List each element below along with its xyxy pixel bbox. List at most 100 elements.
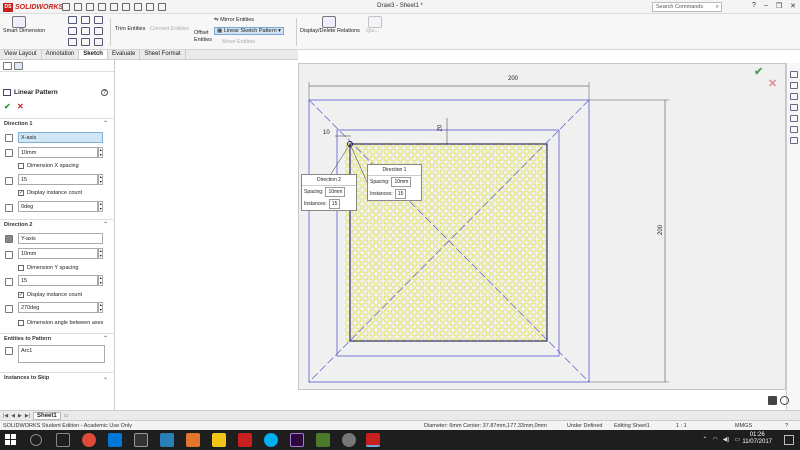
direction2-callout[interactable]: Direction 2 Spacing: 10mm Instances: 15 bbox=[301, 174, 357, 211]
sublime-icon[interactable] bbox=[186, 433, 200, 447]
convert-entities-button[interactable]: Convert Entities bbox=[150, 26, 189, 32]
quick-snaps-button[interactable]: Qui... bbox=[366, 28, 379, 34]
cancel-x-icon[interactable]: ✕ bbox=[17, 102, 24, 111]
move-entities-button[interactable]: Move Entities bbox=[222, 39, 255, 45]
direction2-header[interactable]: Direction 2 bbox=[4, 222, 32, 228]
direction1-header[interactable]: Direction 1 bbox=[4, 121, 32, 127]
dimension-angle-checkbox[interactable]: Dimension angle between axes bbox=[18, 320, 103, 326]
arc-icon[interactable] bbox=[81, 27, 90, 35]
mirror-entities-button[interactable]: ⇋ Mirror Entities bbox=[214, 17, 254, 23]
last-sheet-icon[interactable]: ▶| bbox=[25, 413, 30, 419]
tab-evaluate[interactable]: Evaluate bbox=[108, 50, 141, 59]
store-icon[interactable] bbox=[160, 433, 174, 447]
tab-view-layout[interactable]: View Layout bbox=[0, 50, 42, 59]
entities-list[interactable]: Arc1 bbox=[18, 345, 105, 363]
close-icon[interactable]: ✕ bbox=[790, 2, 796, 10]
dimension-small-y-label[interactable]: 20 bbox=[437, 125, 443, 132]
fillet-icon[interactable] bbox=[94, 38, 103, 46]
ok-check-icon[interactable]: ✔ bbox=[4, 102, 11, 111]
ellipse-icon[interactable] bbox=[81, 38, 90, 46]
appearances-icon[interactable] bbox=[789, 115, 798, 122]
chrome-icon[interactable] bbox=[82, 433, 96, 447]
help-icon[interactable]: ? bbox=[785, 423, 788, 429]
first-sheet-icon[interactable]: |◀ bbox=[3, 413, 8, 419]
graphics-area[interactable]: 200 200 10 20 Direction 1 Spacing: 10mm I… bbox=[298, 50, 800, 410]
tab-annotation[interactable]: Annotation bbox=[42, 50, 80, 59]
display-delete-relations-button[interactable]: Display/Delete Relations bbox=[300, 28, 360, 34]
battery-icon[interactable]: ▭ bbox=[734, 436, 740, 443]
callout-spacing-value[interactable]: 10mm bbox=[325, 187, 346, 197]
angle-spinner[interactable]: ▲ ▼ bbox=[98, 302, 103, 313]
dimension-right-label[interactable]: 200 bbox=[658, 225, 664, 235]
spline-icon[interactable] bbox=[68, 38, 77, 46]
file-explorer-icon[interactable] bbox=[212, 433, 226, 447]
spacing-spinner[interactable]: ▲ ▼ bbox=[98, 147, 103, 158]
callout-instances-value[interactable]: 15 bbox=[328, 199, 341, 209]
trim-entities-button[interactable]: Trim Entities bbox=[115, 26, 145, 32]
direction1-callout[interactable]: Direction 1 Spacing: 10mm Instances: 15 bbox=[367, 164, 422, 201]
zoom-icon[interactable] bbox=[768, 396, 777, 405]
edge-icon[interactable] bbox=[108, 433, 122, 447]
task-view-icon[interactable] bbox=[56, 433, 70, 447]
reverse-direction-icon[interactable] bbox=[5, 134, 13, 142]
prev-sheet-icon[interactable]: ◀ bbox=[11, 413, 15, 419]
instances-to-skip-header[interactable]: Instances to Skip bbox=[4, 375, 49, 381]
angle-spinner[interactable]: ▲ ▼ bbox=[98, 201, 103, 212]
custom-properties-icon[interactable] bbox=[789, 126, 798, 133]
direction2-axis-field[interactable]: Y-axis bbox=[18, 233, 103, 244]
file-explorer-icon[interactable] bbox=[789, 93, 798, 100]
skype-icon[interactable] bbox=[264, 433, 278, 447]
solidworks-icon[interactable] bbox=[238, 433, 252, 447]
reverse-direction-icon[interactable] bbox=[5, 235, 13, 243]
offset-entities-button[interactable]: Offset Entities bbox=[194, 30, 216, 44]
notifications-icon[interactable] bbox=[784, 435, 794, 445]
display-instance-count-checkbox-2[interactable]: ✓ Display instance count bbox=[18, 292, 82, 298]
chevron-up-icon[interactable]: ⌃ bbox=[702, 436, 707, 443]
expand-icon[interactable]: ⌄ bbox=[103, 374, 108, 381]
premiere-icon[interactable] bbox=[290, 433, 304, 447]
smart-dimension-icon[interactable] bbox=[12, 16, 26, 28]
polygon-icon[interactable] bbox=[94, 27, 103, 35]
dimension-y-spacing-checkbox[interactable]: Dimension Y spacing bbox=[18, 265, 78, 271]
sheet-tab[interactable]: Sheet1 bbox=[33, 411, 61, 420]
tab-sheet-format[interactable]: Sheet Format bbox=[140, 50, 186, 59]
view-palette-icon[interactable] bbox=[789, 104, 798, 111]
confirm-cancel-icon[interactable]: ✕ bbox=[768, 77, 777, 90]
callout-instances-value[interactable]: 15 bbox=[394, 189, 407, 199]
rectangle-icon[interactable] bbox=[81, 16, 90, 24]
next-sheet-icon[interactable]: ▶ bbox=[18, 413, 22, 419]
minimize-icon[interactable]: – bbox=[764, 2, 768, 10]
tab-sketch[interactable]: Sketch bbox=[79, 50, 108, 59]
unit-system[interactable]: MMGS bbox=[735, 423, 752, 429]
quick-snaps-icon[interactable] bbox=[368, 16, 382, 28]
search-icon[interactable] bbox=[30, 434, 42, 446]
app-icon[interactable] bbox=[316, 433, 330, 447]
restore-icon[interactable]: ❐ bbox=[776, 2, 782, 10]
line-icon[interactable] bbox=[68, 16, 77, 24]
collapse-icon[interactable]: ⌃ bbox=[103, 335, 108, 342]
entities-to-pattern-header[interactable]: Entities to Pattern bbox=[4, 336, 51, 342]
relations-icon[interactable] bbox=[322, 16, 336, 28]
collapse-icon[interactable]: ⌃ bbox=[103, 120, 108, 127]
instances-spinner[interactable]: ▲ ▼ bbox=[98, 275, 103, 286]
view-orientation-icon[interactable] bbox=[780, 396, 789, 405]
property-manager-icon[interactable] bbox=[14, 62, 23, 70]
slot-icon[interactable] bbox=[94, 16, 103, 24]
direction2-spacing-input[interactable]: 10mm bbox=[18, 248, 98, 259]
circle-icon[interactable] bbox=[68, 27, 77, 35]
dimension-small-x-label[interactable]: 10 bbox=[323, 130, 330, 136]
direction1-spacing-input[interactable]: 10mm bbox=[18, 147, 98, 158]
solidworks-forum-icon[interactable] bbox=[789, 137, 798, 144]
help-icon[interactable]: ? bbox=[752, 2, 756, 10]
direction1-axis-field[interactable]: X-axis bbox=[18, 132, 103, 143]
confirm-ok-icon[interactable]: ✔ bbox=[754, 65, 763, 78]
sketch-canvas[interactable] bbox=[299, 64, 787, 391]
spacing-spinner[interactable]: ▲ ▼ bbox=[98, 248, 103, 259]
add-sheet-icon[interactable]: ▭ bbox=[64, 413, 69, 419]
callout-spacing-value[interactable]: 10mm bbox=[391, 177, 412, 187]
scale-readout[interactable]: 1 : 1 bbox=[676, 423, 687, 429]
direction1-angle-input[interactable]: 0deg bbox=[18, 201, 98, 212]
resources-icon[interactable] bbox=[789, 71, 798, 78]
github-icon[interactable] bbox=[134, 433, 148, 447]
smart-dimension-button[interactable]: Smart Dimension bbox=[3, 28, 45, 34]
